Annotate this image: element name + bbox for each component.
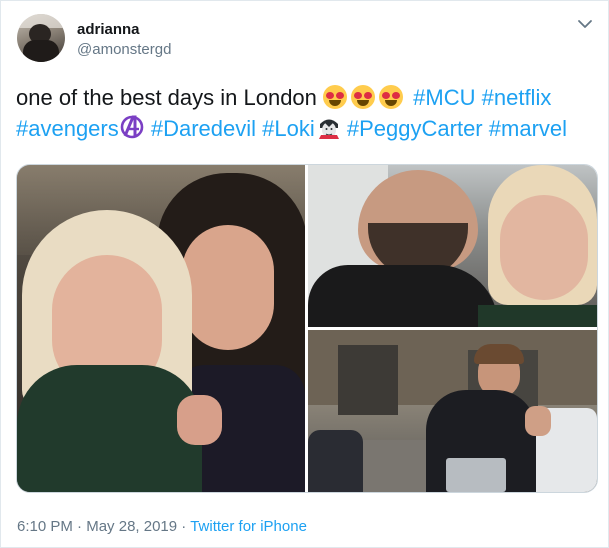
- user-handle[interactable]: @amonstergd: [77, 41, 171, 58]
- hashtag-marvel[interactable]: #marvel: [489, 116, 567, 141]
- photo-man-on-street-with-laptop[interactable]: [308, 330, 597, 492]
- meta-separator: ·: [177, 518, 191, 535]
- photo-hoodie: [478, 305, 597, 327]
- photo-window: [338, 345, 398, 415]
- avatar-body: [23, 40, 59, 62]
- hashtag-loki[interactable]: #Loki: [262, 116, 315, 141]
- hashtag-mcu[interactable]: #MCU: [413, 85, 475, 110]
- avatar[interactable]: [17, 14, 65, 62]
- hashtag-netflix[interactable]: #netflix: [482, 85, 552, 110]
- tweet-text: one of the best days in London #MCU #net…: [16, 82, 596, 144]
- chevron-down-icon[interactable]: [577, 18, 593, 30]
- photo-face-woman: [500, 195, 588, 300]
- photo-car-dark: [308, 430, 363, 492]
- photo-face-right: [182, 225, 274, 350]
- tweet-body-text: one of the best days in London: [16, 85, 317, 110]
- heart-eyes-emoji: [351, 85, 376, 109]
- photo-selfie-with-bearded-man[interactable]: [308, 165, 597, 327]
- photo-jacket: [308, 265, 498, 327]
- hashtag-daredevil[interactable]: #Daredevil: [151, 116, 256, 141]
- tweet-date[interactable]: May 28, 2019: [86, 518, 177, 535]
- photo-hand: [525, 406, 551, 436]
- user-display-name[interactable]: adrianna: [77, 21, 140, 38]
- photo-selfie-with-woman[interactable]: [17, 165, 305, 492]
- photo-hair: [474, 344, 524, 364]
- photo-laptop: [446, 458, 506, 492]
- photo-hand: [177, 395, 222, 445]
- hashtag-avengers[interactable]: #avengers: [16, 116, 119, 141]
- vampire-emoji: [318, 119, 339, 139]
- photo-hoodie-green: [17, 365, 202, 492]
- tweet-source[interactable]: Twitter for iPhone: [190, 518, 307, 535]
- avengers-logo-emoji: [120, 115, 144, 139]
- tweet-time[interactable]: 6:10 PM: [17, 518, 73, 535]
- heart-eyes-emoji: [323, 85, 348, 109]
- hashtag-peggycarter[interactable]: #PeggyCarter: [347, 116, 483, 141]
- media-grid: [16, 164, 598, 493]
- tweet-meta: 6:10 PM · May 28, 2019 · Twitter for iPh…: [17, 518, 307, 535]
- heart-eyes-emoji: [379, 85, 404, 109]
- meta-separator: ·: [72, 518, 87, 535]
